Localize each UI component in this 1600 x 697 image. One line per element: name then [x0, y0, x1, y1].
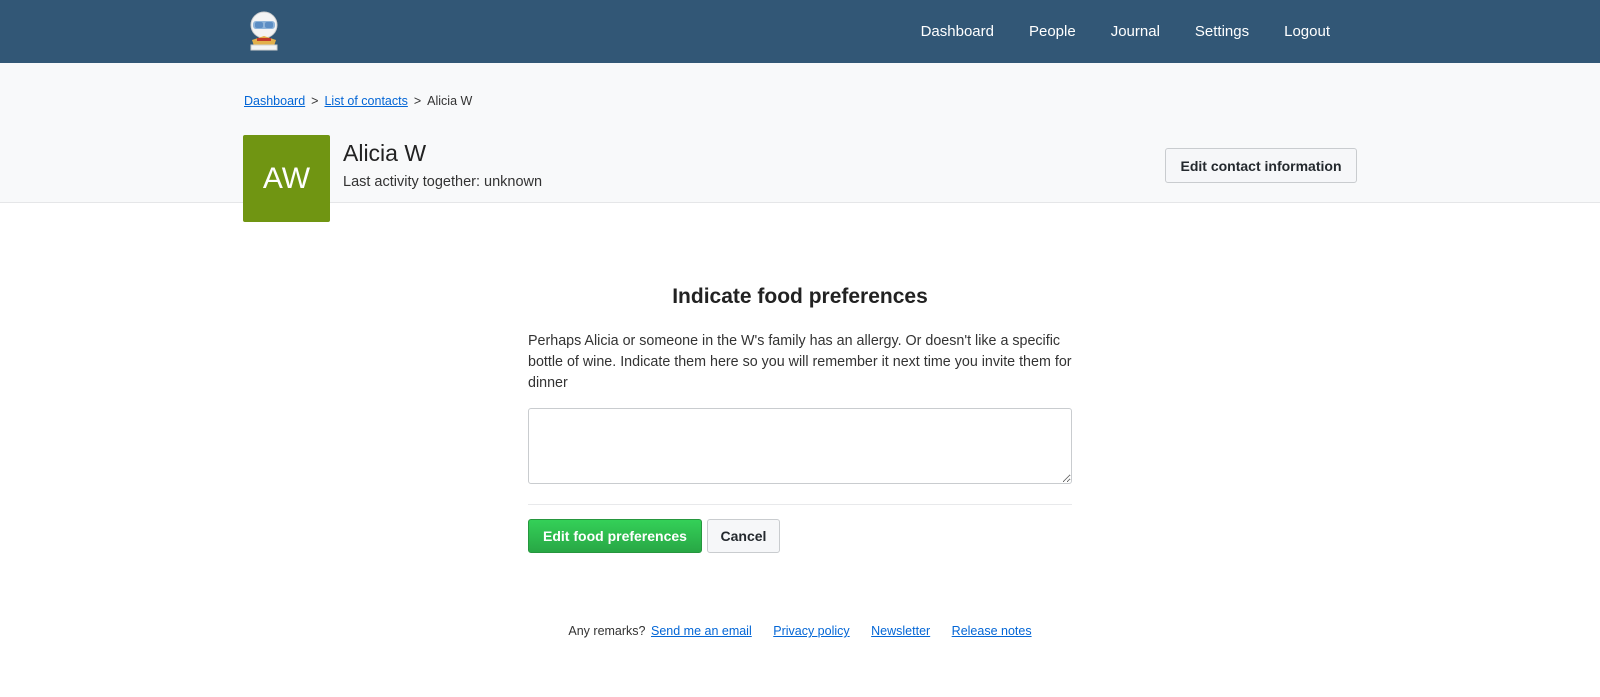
- monica-logo-icon[interactable]: [244, 10, 284, 52]
- avatar: AW: [243, 135, 330, 222]
- main-nav: Dashboard People Journal Settings Logout: [886, 0, 1330, 63]
- footer: Any remarks? Send me an email Privacy po…: [0, 624, 1600, 638]
- form-actions: Edit food preferences Cancel: [528, 519, 1072, 553]
- breadcrumb-separator: >: [311, 94, 319, 108]
- footer-prompt: Any remarks?: [568, 624, 646, 638]
- breadcrumb-current: Alicia W: [427, 94, 473, 108]
- food-preferences-textarea[interactable]: [528, 408, 1072, 484]
- edit-contact-button[interactable]: Edit contact information: [1165, 148, 1357, 183]
- breadcrumb-list-of-contacts[interactable]: List of contacts: [324, 94, 407, 108]
- top-navbar: Dashboard People Journal Settings Logout: [0, 0, 1600, 63]
- footer-link-privacy[interactable]: Privacy policy: [773, 624, 849, 638]
- nav-dashboard[interactable]: Dashboard: [921, 23, 994, 40]
- footer-link-newsletter[interactable]: Newsletter: [871, 624, 930, 638]
- cancel-button[interactable]: Cancel: [707, 519, 780, 553]
- contact-name: Alicia W: [343, 140, 427, 166]
- nav-people[interactable]: People: [1029, 23, 1076, 40]
- food-preferences-form: Indicate food preferences Perhaps Alicia…: [528, 285, 1072, 553]
- last-activity-text: Last activity together: unknown: [343, 174, 543, 190]
- contact-header: Dashboard > List of contacts > Alicia W AW A…: [0, 63, 1600, 222]
- nav-logout[interactable]: Logout: [1284, 23, 1330, 40]
- divider: [528, 504, 1072, 505]
- breadcrumb-dashboard[interactable]: Dashboard: [244, 94, 305, 108]
- footer-link-email[interactable]: Send me an email: [651, 624, 752, 638]
- breadcrumb-separator: >: [413, 94, 422, 108]
- nav-settings[interactable]: Settings: [1195, 23, 1249, 40]
- edit-food-preferences-button[interactable]: Edit food preferences: [528, 519, 702, 553]
- nav-journal[interactable]: Journal: [1111, 23, 1160, 40]
- form-description: Perhaps Alicia or someone in the W's fam…: [528, 333, 1072, 391]
- breadcrumb: Dashboard > List of contacts > Alicia W: [244, 94, 472, 108]
- footer-link-release-notes[interactable]: Release notes: [952, 624, 1032, 638]
- form-title: Indicate food preferences: [672, 285, 928, 308]
